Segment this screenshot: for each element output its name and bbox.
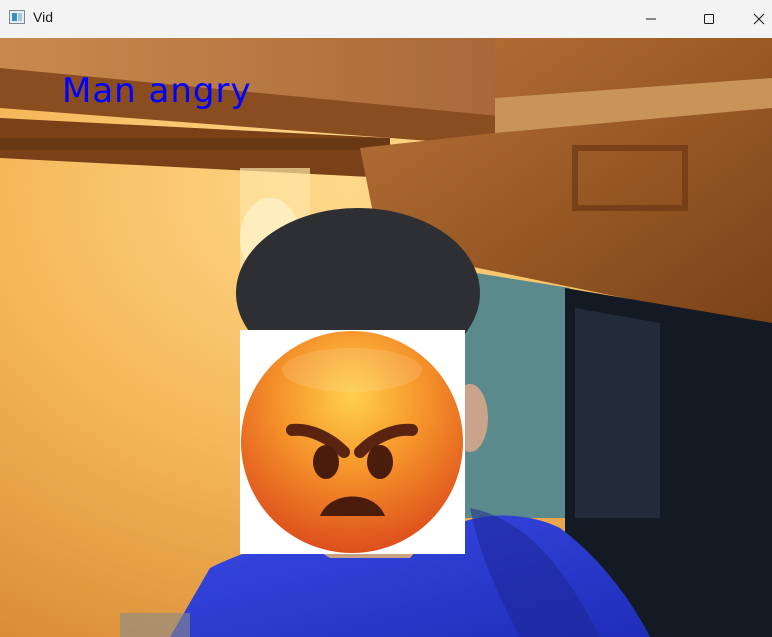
maximize-button[interactable] (686, 0, 732, 38)
app-window-icon (9, 10, 25, 24)
desk-item (120, 613, 190, 637)
close-icon (753, 13, 764, 25)
maximize-icon (704, 14, 714, 24)
minimize-icon (646, 18, 656, 20)
ceiling-strip (0, 138, 390, 150)
minimize-button[interactable] (628, 0, 674, 38)
emotion-label: Man angry (62, 71, 252, 111)
close-button[interactable] (745, 0, 772, 38)
face-mask-box (240, 330, 465, 554)
window-title: Vid (33, 9, 53, 25)
angry-face-emoji (241, 331, 463, 553)
window-titlebar: Vid (0, 0, 772, 39)
tv-reflection (575, 308, 660, 518)
video-frame: Man angry (0, 38, 772, 637)
